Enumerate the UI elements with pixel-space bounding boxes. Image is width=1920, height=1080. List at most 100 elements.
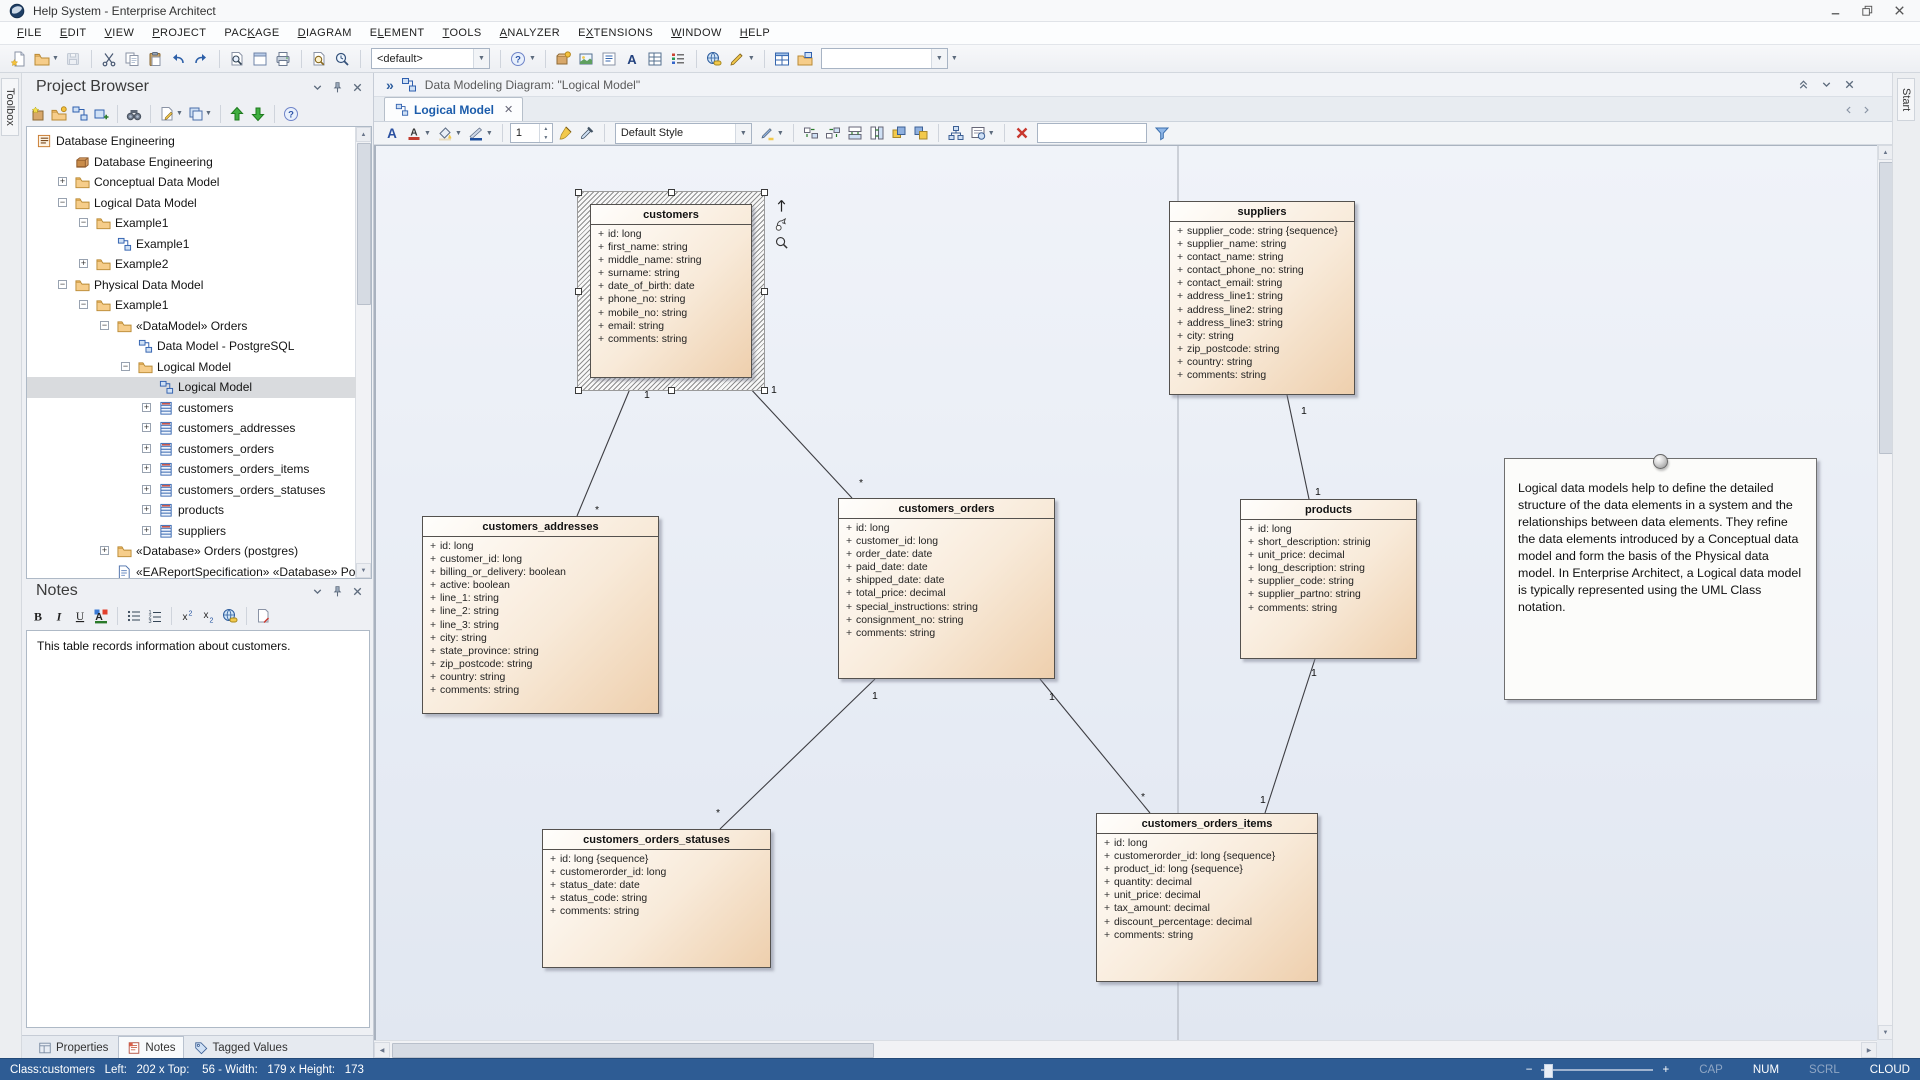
collapse-icon[interactable]: − [58,198,67,207]
zoom-stepper[interactable]: 1▲▼ [510,123,553,143]
style-combo[interactable]: Default Style▼ [615,123,752,144]
collapse-icon[interactable]: − [79,300,88,309]
attribute-row[interactable]: +paid_date: date [839,561,1054,574]
resize-handle[interactable] [761,387,768,394]
tree-item-customers-orders-items[interactable]: +customers_orders_items [27,459,356,480]
attribute-row[interactable]: +supplier_name: string [1170,238,1354,251]
attribute-row[interactable]: +billing_or_delivery: boolean [423,566,658,579]
fontcolor-icon[interactable]: A [404,123,424,143]
connector[interactable] [577,384,632,516]
doclist-icon[interactable] [599,48,620,69]
tree-item-example2[interactable]: +Example2 [27,254,356,275]
attribute-row[interactable]: +customer_id: long [839,535,1054,548]
collapse-up-icon[interactable] [1796,78,1810,92]
restore-button[interactable] [1852,2,1882,20]
hier-icon[interactable] [946,123,966,143]
brush-icon[interactable] [555,123,575,143]
collapse-icon[interactable]: − [58,280,67,289]
stylepen-icon[interactable] [757,123,777,143]
close-icon[interactable] [1842,78,1856,92]
dropdown-arrow-icon[interactable]: ▼ [52,55,59,62]
listcolor-icon[interactable] [668,48,689,69]
menu-package[interactable]: PACKAGE [215,24,288,42]
tree-scrollbar[interactable]: ▲ ▼ [355,127,371,578]
menu-tools[interactable]: TOOLS [434,24,491,42]
attribute-row[interactable]: +middle_name: string [591,254,751,267]
zoom-slider-thumb[interactable] [1544,1064,1553,1078]
arrup-icon[interactable] [227,104,247,124]
globe-icon[interactable] [704,48,725,69]
attribute-row[interactable]: +total_price: decimal [839,587,1054,600]
pkgnew-icon[interactable] [553,48,574,69]
dropdown-arrow-icon[interactable]: ▼ [424,130,431,137]
expand-icon[interactable]: + [142,505,151,514]
attribute-row[interactable]: +id: long [1241,523,1416,536]
tree-item-example1[interactable]: −Example1 [27,213,356,234]
resize-handle[interactable] [575,189,582,196]
dropdown-arrow-icon[interactable]: ▼ [455,130,462,137]
attribute-row[interactable]: +customer_id: long [423,553,658,566]
connector[interactable] [1265,659,1315,813]
attribute-row[interactable]: +id: long [423,540,658,553]
tree-item-logical-model[interactable]: −Logical Model [27,357,356,378]
attribute-row[interactable]: +product_id: long {sequence} [1097,863,1317,876]
collapse-icon[interactable]: − [100,321,109,330]
dropper-icon[interactable] [577,123,597,143]
attribute-row[interactable]: +surname: string [591,267,751,280]
scrollbar-thumb[interactable] [392,1043,874,1058]
tree-item-customers-orders-statuses[interactable]: +customers_orders_statuses [27,480,356,501]
chevron-down-icon[interactable] [310,80,325,95]
dropdown-arrow-icon[interactable]: ▼ [205,110,212,117]
visib-icon[interactable] [968,123,988,143]
scroll-down-icon[interactable]: ▼ [1878,1025,1893,1040]
attribute-row[interactable]: +line_2: string [423,605,658,618]
attribute-row[interactable]: +country: string [423,671,658,684]
attribute-row[interactable]: +status_date: date [543,879,770,892]
attribute-row[interactable]: +supplier_code: string [1241,575,1416,588]
attribute-row[interactable]: +line_3: string [423,619,658,632]
tree-item-physical-data-model[interactable]: −Physical Data Model [27,275,356,296]
tree-item-database-engineering[interactable]: Database Engineering [27,152,356,173]
pin-icon[interactable] [330,80,345,95]
attribute-row[interactable]: +id: long [591,228,751,241]
attribute-row[interactable]: +comments: string [1097,929,1317,942]
minimize-button[interactable] [1820,2,1850,20]
funnel-icon[interactable] [1152,123,1172,143]
tree-item-logical-model[interactable]: Logical Model [27,377,356,398]
attribute-row[interactable]: +line_1: string [423,592,658,605]
dropdown-arrow-icon[interactable]: ▼ [988,130,995,137]
dropdown-arrow-icon[interactable]: ▼ [486,130,493,137]
entity-suppliers[interactable]: suppliers+supplier_code: string {sequenc… [1169,201,1355,395]
stepper-arrows-icon[interactable]: ▲▼ [539,124,552,142]
tree-item-suppliers[interactable]: +suppliers [27,521,356,542]
attribute-row[interactable]: +address_line1: string [1170,290,1354,303]
attribute-row[interactable]: +address_line2: string [1170,304,1354,317]
menu-help[interactable]: HELP [731,24,779,42]
docnote-icon[interactable] [253,606,273,626]
dropdown-arrow-icon[interactable]: ▼ [748,55,755,62]
expand-icon[interactable]: + [79,259,88,268]
notes-text[interactable]: This table records information about cus… [26,630,370,1028]
attribute-row[interactable]: +consignment_no: string [839,614,1054,627]
scrollbar-thumb[interactable] [357,143,371,305]
tree-item-customers[interactable]: +customers [27,398,356,419]
print-icon[interactable] [273,48,294,69]
panel-tab-notes[interactable]: Notes [118,1036,184,1058]
attribute-row[interactable]: +tax_amount: decimal [1097,902,1317,915]
chevron-down-icon[interactable] [310,584,325,599]
tree-item-example1[interactable]: Example1 [27,234,356,255]
tree-item-example1[interactable]: −Example1 [27,295,356,316]
scroll-up-icon[interactable]: ▲ [1878,145,1893,160]
newpkg-icon[interactable] [49,104,69,124]
menu-analyzer[interactable]: ANALYZER [491,24,569,42]
pin-icon[interactable] [330,584,345,599]
attribute-row[interactable]: +mobile_no: string [591,307,751,320]
connector[interactable] [1040,679,1150,813]
menu-view[interactable]: VIEW [96,24,144,42]
zoom-out-button[interactable]: − [1526,1064,1533,1076]
winsplit-icon[interactable] [772,48,793,69]
zoom-slider[interactable] [1541,1069,1653,1071]
menu-edit[interactable]: EDIT [51,24,96,42]
attribute-row[interactable]: +phone_no: string [591,293,751,306]
fontA-icon[interactable]: A [382,123,402,143]
